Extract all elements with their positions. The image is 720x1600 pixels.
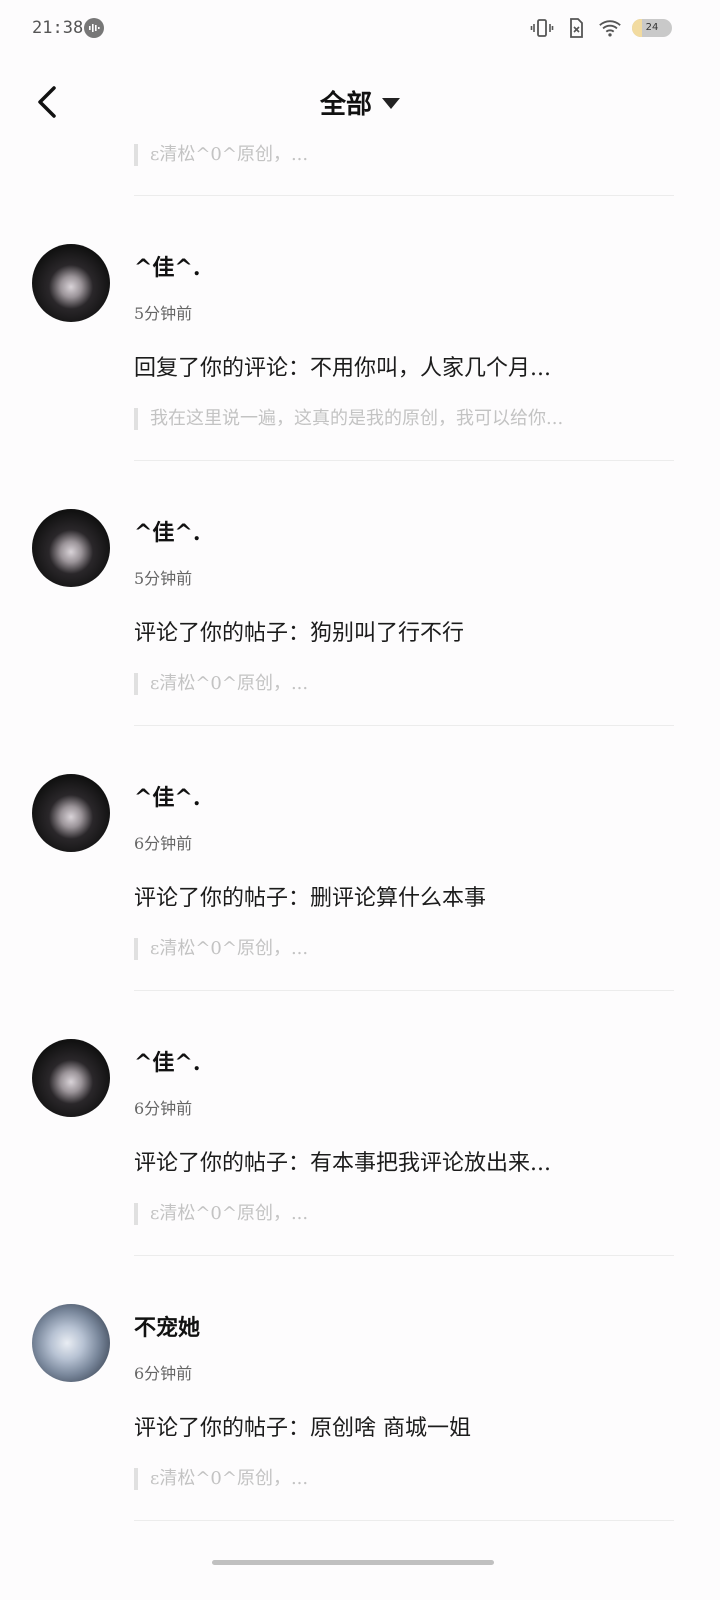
home-indicator[interactable]	[212, 1560, 494, 1565]
notification-text[interactable]: 评论了你的帖子：删评论算什么本事	[134, 880, 674, 912]
battery-icon: 24	[632, 19, 672, 37]
timestamp: 6分钟前	[134, 1364, 193, 1383]
notification-text[interactable]: 回复了你的评论：不用你叫，人家几个月...	[134, 350, 674, 382]
notification-list[interactable]: ε清松^0^原创，... ^佳^. 5分钟前 回复了你的评论：不用你叫，人家几个…	[0, 142, 720, 1521]
notification-text[interactable]: 评论了你的帖子：原创啥 商城一姐	[134, 1410, 674, 1442]
avatar[interactable]	[32, 1304, 110, 1382]
timestamp: 6分钟前	[134, 834, 193, 853]
quoted-post[interactable]: ε清松^0^原创，...	[134, 1468, 670, 1490]
notification-item[interactable]: ^佳^. 5分钟前 回复了你的评论：不用你叫，人家几个月... 我在这里说一遍，…	[0, 196, 720, 461]
status-icons: 24	[530, 16, 672, 40]
avatar[interactable]	[32, 509, 110, 587]
caret-down-icon	[382, 98, 400, 109]
divider	[134, 1520, 674, 1521]
list-item-partial[interactable]: ε清松^0^原创，...	[0, 142, 720, 196]
username[interactable]: ^佳^.	[134, 515, 201, 547]
username[interactable]: ^佳^.	[134, 780, 201, 812]
timestamp: 5分钟前	[134, 569, 193, 588]
timestamp: 5分钟前	[134, 304, 193, 323]
notification-item[interactable]: ^佳^. 6分钟前 评论了你的帖子：删评论算什么本事 ε清松^0^原创，...	[0, 726, 720, 991]
page-title: 全部	[319, 90, 372, 120]
quoted-post[interactable]: ε清松^0^原创，...	[134, 938, 670, 960]
quoted-post[interactable]: ε清松^0^原创，...	[134, 1203, 670, 1225]
timestamp: 6分钟前	[134, 1099, 193, 1118]
notification-item[interactable]: 不宠她 6分钟前 评论了你的帖子：原创啥 商城一姐 ε清松^0^原创，...	[0, 1256, 720, 1521]
notification-item[interactable]: ^佳^. 5分钟前 评论了你的帖子：狗别叫了行不行 ε清松^0^原创，...	[0, 461, 720, 726]
quoted-post[interactable]: ε清松^0^原创，...	[134, 673, 670, 695]
avatar[interactable]	[32, 774, 110, 852]
notification-text[interactable]: 评论了你的帖子：狗别叫了行不行	[134, 615, 674, 647]
status-bar: 21:38 24	[0, 0, 720, 58]
battery-level: 24	[645, 22, 659, 33]
status-time: 21:38	[32, 18, 84, 38]
username[interactable]: 不宠她	[134, 1310, 200, 1342]
notification-item[interactable]: ^佳^. 6分钟前 评论了你的帖子：有本事把我评论放出来... ε清松^0^原创…	[0, 991, 720, 1256]
top-bar: 全部	[0, 66, 720, 142]
filter-dropdown[interactable]: 全部	[0, 84, 720, 121]
quoted-post: ε清松^0^原创，...	[134, 144, 670, 166]
no-sim-icon	[564, 16, 588, 40]
voice-icon	[84, 18, 104, 38]
wifi-icon	[598, 16, 622, 40]
username[interactable]: ^佳^.	[134, 250, 201, 282]
avatar[interactable]	[32, 1039, 110, 1117]
username[interactable]: ^佳^.	[134, 1045, 201, 1077]
avatar[interactable]	[32, 244, 110, 322]
vibrate-icon	[530, 16, 554, 40]
quoted-post[interactable]: 我在这里说一遍，这真的是我的原创，我可以给你...	[134, 408, 670, 430]
notification-text[interactable]: 评论了你的帖子：有本事把我评论放出来...	[134, 1145, 674, 1177]
